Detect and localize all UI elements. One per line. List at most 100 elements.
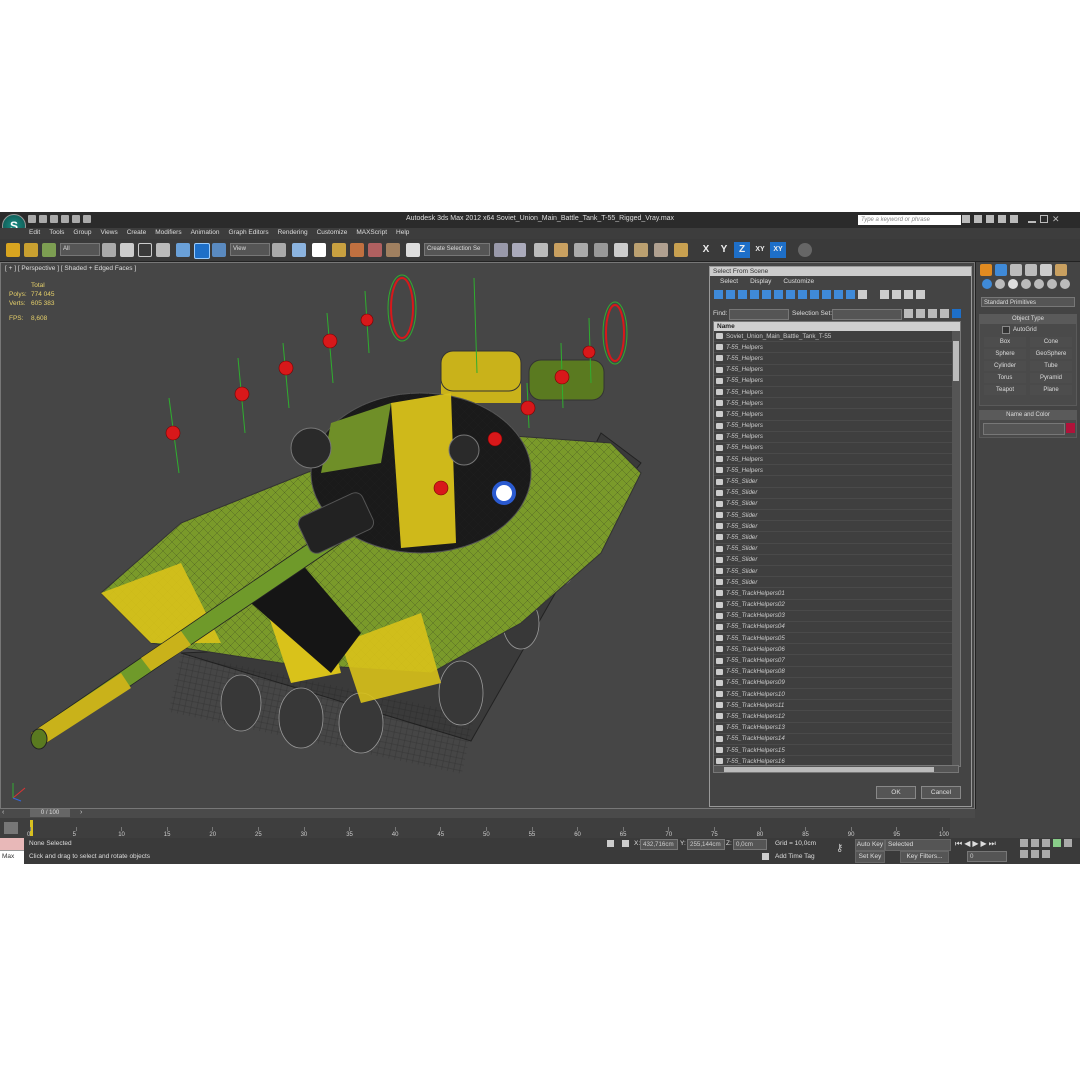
create-selection-set-icon[interactable] bbox=[904, 309, 913, 318]
material-editor-icon[interactable] bbox=[614, 243, 628, 257]
list-item[interactable]: T-55_Slider bbox=[714, 488, 960, 499]
dialog-menu-customize[interactable]: Customize bbox=[783, 276, 814, 288]
list-item[interactable]: T-55_TrackHelpers11 bbox=[714, 700, 960, 712]
spacewarps-icon[interactable] bbox=[1047, 279, 1057, 289]
display-cameras-icon[interactable] bbox=[750, 290, 759, 299]
zoom-all-icon[interactable] bbox=[1031, 839, 1039, 847]
y-axis-button[interactable]: Y bbox=[716, 242, 732, 258]
edit-named-selection-icon[interactable] bbox=[406, 243, 420, 257]
list-item[interactable]: T-55_Helpers bbox=[714, 432, 960, 443]
list-item[interactable]: T-55_Slider bbox=[714, 566, 960, 578]
list-item[interactable]: T-55_Slider bbox=[714, 544, 960, 555]
list-item[interactable]: T-55_TrackHelpers05 bbox=[714, 633, 960, 645]
primitive-geosphere-button[interactable]: GeoSphere bbox=[1030, 349, 1072, 359]
dialog-menu-select[interactable]: Select bbox=[720, 276, 738, 288]
list-item[interactable]: T-55_TrackHelpers06 bbox=[714, 644, 960, 656]
window-crossing-icon[interactable] bbox=[156, 243, 170, 257]
rendered-frame-icon[interactable] bbox=[654, 243, 668, 257]
object-name-input[interactable] bbox=[983, 423, 1065, 435]
select-object-icon[interactable] bbox=[102, 243, 116, 257]
unlink-icon[interactable] bbox=[24, 243, 38, 257]
y-coordinate-field[interactable]: 255,144cm bbox=[687, 839, 725, 850]
cameras-icon[interactable] bbox=[1021, 279, 1031, 289]
time-slider-thumb[interactable]: 0 / 100 bbox=[30, 809, 70, 817]
percent-snap-icon[interactable] bbox=[368, 243, 382, 257]
schematic-view-icon[interactable] bbox=[594, 243, 608, 257]
select-by-name-icon[interactable] bbox=[120, 243, 134, 257]
x-axis-button[interactable]: X bbox=[698, 242, 714, 258]
communication-icon[interactable] bbox=[986, 215, 994, 223]
remove-selection-set-icon[interactable] bbox=[916, 309, 925, 318]
lights-icon[interactable] bbox=[1008, 279, 1018, 289]
list-item[interactable]: T-55_Helpers bbox=[714, 387, 960, 399]
list-item[interactable]: T-55_Helpers bbox=[714, 376, 960, 387]
vray-icon[interactable] bbox=[798, 243, 812, 257]
redo-icon[interactable] bbox=[72, 215, 80, 223]
list-item[interactable]: T-55_Slider bbox=[714, 577, 960, 589]
xy-cycle-button[interactable]: XY bbox=[770, 242, 786, 258]
funnel-icon[interactable] bbox=[916, 290, 925, 299]
graphite-ribbon-icon[interactable] bbox=[554, 243, 568, 257]
create-tab-icon[interactable] bbox=[980, 264, 992, 276]
display-hidden-icon[interactable] bbox=[846, 290, 855, 299]
search-input[interactable]: Type a keyword or phrase bbox=[858, 215, 961, 225]
menu-group[interactable]: Group bbox=[73, 229, 91, 236]
display-xrefs-icon[interactable] bbox=[798, 290, 807, 299]
zoom-extents-all-icon[interactable] bbox=[1053, 839, 1061, 847]
display-spacewarps-icon[interactable] bbox=[774, 290, 783, 299]
display-groups-icon[interactable] bbox=[786, 290, 795, 299]
list-item[interactable]: T-55_TrackHelpers04 bbox=[714, 622, 960, 634]
list-horizontal-scrollbar[interactable] bbox=[713, 765, 959, 773]
viewport-label[interactable]: [ + ] [ Perspective ] [ Shaded + Edged F… bbox=[5, 265, 136, 272]
previous-frame-icon[interactable]: ◀ bbox=[964, 839, 970, 849]
list-item[interactable]: Soviet_Union_Main_Battle_Tank_T-55 bbox=[714, 331, 960, 343]
dialog-options-icon[interactable] bbox=[952, 309, 961, 318]
list-item[interactable]: T-55_Slider bbox=[714, 510, 960, 522]
z-coordinate-field[interactable]: 0,0cm bbox=[733, 839, 767, 850]
filter-icon[interactable] bbox=[904, 290, 913, 299]
menu-animation[interactable]: Animation bbox=[191, 229, 220, 236]
zoom-extents-icon[interactable] bbox=[1042, 839, 1050, 847]
display-containers-icon[interactable] bbox=[822, 290, 831, 299]
list-item[interactable]: T-55_Helpers bbox=[714, 421, 960, 432]
open-file-icon[interactable] bbox=[39, 215, 47, 223]
list-item[interactable]: T-55_Slider bbox=[714, 499, 960, 510]
lock-icon[interactable] bbox=[607, 840, 614, 847]
primitive-category-dropdown[interactable]: Standard Primitives bbox=[981, 297, 1075, 307]
zoom-icon[interactable] bbox=[1020, 839, 1028, 847]
list-item[interactable]: T-55_TrackHelpers07 bbox=[714, 655, 960, 667]
list-item[interactable]: T-55_Slider bbox=[714, 532, 960, 544]
primitive-sphere-button[interactable]: Sphere bbox=[984, 349, 1026, 359]
maximize-viewport-icon[interactable] bbox=[1042, 850, 1050, 858]
autogrid-checkbox[interactable]: AutoGrid bbox=[1002, 326, 1037, 334]
menu-rendering[interactable]: Rendering bbox=[278, 229, 308, 236]
list-item[interactable]: T-55_Helpers bbox=[714, 353, 960, 365]
list-item[interactable]: T-55_Slider bbox=[714, 521, 960, 533]
display-none-icon[interactable] bbox=[880, 290, 889, 299]
list-item[interactable]: T-55_Helpers bbox=[714, 342, 960, 354]
primitive-cylinder-button[interactable]: Cylinder bbox=[984, 361, 1026, 371]
object-type-header[interactable]: Object Type bbox=[980, 315, 1076, 324]
systems-icon[interactable] bbox=[1060, 279, 1070, 289]
list-item[interactable]: T-55_TrackHelpers12 bbox=[714, 711, 960, 723]
add-time-tag[interactable]: Add Time Tag bbox=[775, 853, 815, 860]
list-item[interactable]: T-55_Helpers bbox=[714, 409, 960, 421]
menu-maxscript[interactable]: MAXScript bbox=[356, 229, 387, 236]
menu-create[interactable]: Create bbox=[127, 229, 147, 236]
list-item[interactable]: T-55_TrackHelpers01 bbox=[714, 588, 960, 600]
link-icon[interactable] bbox=[6, 243, 20, 257]
go-to-end-icon[interactable]: ⏭ bbox=[989, 839, 996, 849]
selection-set-dropdown[interactable] bbox=[832, 309, 902, 320]
select-manipulate-icon[interactable] bbox=[292, 243, 306, 257]
menu-edit[interactable]: Edit bbox=[29, 229, 40, 236]
orbit-icon[interactable] bbox=[1031, 850, 1039, 858]
mini-curve-editor-icon[interactable] bbox=[4, 822, 18, 834]
project-folder-icon[interactable] bbox=[83, 215, 91, 223]
display-frozen-icon[interactable] bbox=[834, 290, 843, 299]
curve-editor-icon[interactable] bbox=[574, 243, 588, 257]
geometry-icon[interactable] bbox=[982, 279, 992, 289]
list-item[interactable]: T-55_Helpers bbox=[714, 443, 960, 455]
undo-icon[interactable] bbox=[61, 215, 69, 223]
object-color-swatch[interactable] bbox=[1066, 423, 1075, 433]
render-setup-icon[interactable] bbox=[634, 243, 648, 257]
